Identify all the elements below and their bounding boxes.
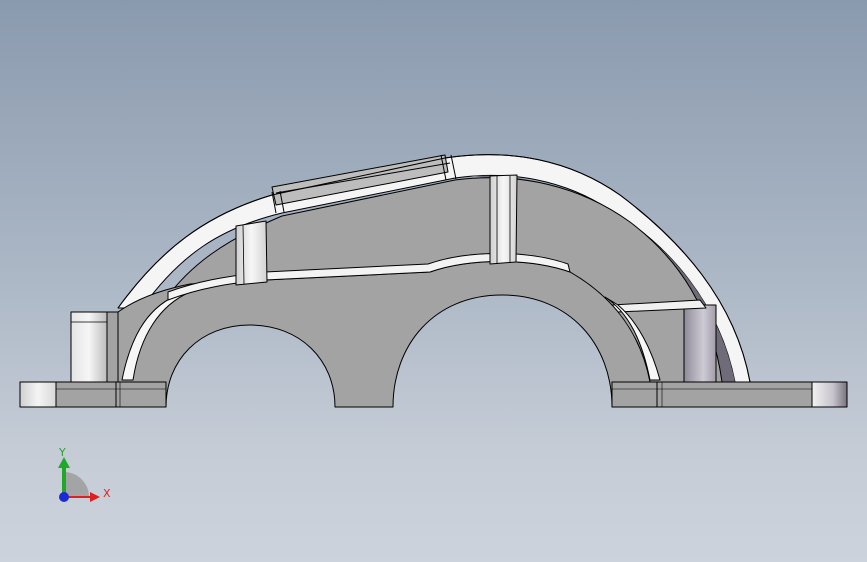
center-rib [489, 174, 518, 265]
left-flange-end [19, 381, 57, 408]
left-boss [70, 311, 108, 383]
triad-xy-plane [64, 472, 89, 497]
triad-x-label: X [103, 487, 111, 500]
left-rib [235, 220, 268, 286]
triad-x-arrow [90, 492, 100, 502]
triad-z-axis [59, 492, 69, 502]
right-flange-end [811, 381, 848, 408]
bearing-cap-part[interactable] [19, 154, 848, 408]
triad-y-label: Y [58, 446, 66, 459]
right-flange [611, 381, 813, 408]
cad-model-view[interactable]: Y X [0, 0, 867, 562]
right-boss [683, 304, 717, 383]
left-flange [55, 381, 167, 408]
graphics-viewport[interactable]: Y X [0, 0, 867, 562]
coordinate-triad: Y X [58, 446, 111, 502]
